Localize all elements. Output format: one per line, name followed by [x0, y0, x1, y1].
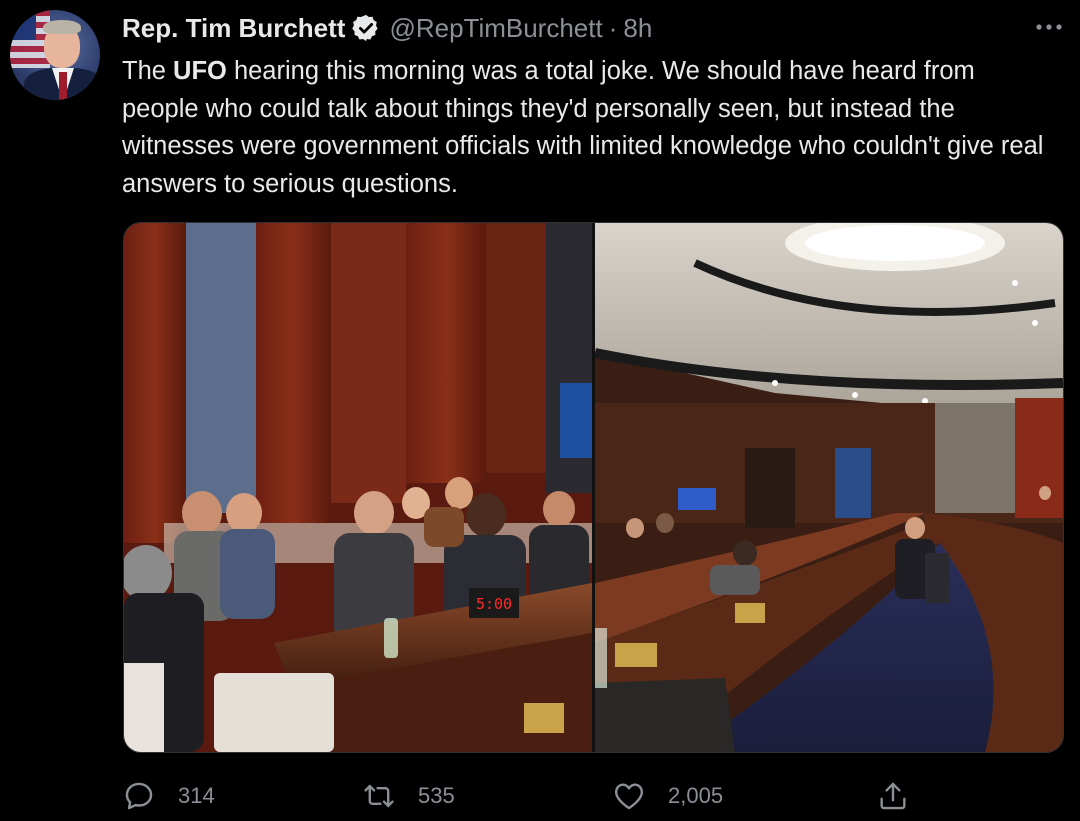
- author-handle[interactable]: @RepTimBurchett: [389, 13, 602, 44]
- share-button[interactable]: [876, 776, 910, 816]
- reply-bubble-icon: [125, 782, 153, 810]
- avatar-tie: [59, 72, 67, 100]
- timer-display: 5:00: [476, 595, 512, 613]
- tweet: Rep. Tim Burchett @RepTimBurchett · 8h T…: [0, 0, 1080, 821]
- heart-icon: [615, 783, 643, 810]
- photo-witnesses[interactable]: 5:00: [124, 223, 592, 752]
- avatar-hair: [43, 20, 81, 34]
- verified-badge-icon: [351, 13, 381, 43]
- tweet-text: The UFO hearing this morning was a total…: [122, 53, 1052, 203]
- retweet-arrows-icon: [364, 784, 394, 808]
- reply-button[interactable]: 314: [122, 776, 215, 816]
- tweet-text-rest: hearing this morning was a total joke. W…: [122, 57, 1044, 198]
- header-separator: ·: [608, 12, 618, 43]
- like-count: 2,005: [668, 783, 724, 808]
- tweet-time[interactable]: 8h: [623, 13, 652, 44]
- tweet-text-start: The: [122, 57, 174, 85]
- photo-hearing-room[interactable]: [595, 223, 1063, 752]
- retweet-button[interactable]: 535: [362, 776, 455, 816]
- share-upload-icon: [880, 782, 906, 810]
- more-dots-icon[interactable]: [1032, 14, 1066, 40]
- like-button[interactable]: 2,005: [612, 776, 723, 816]
- tweet-header: Rep. Tim Burchett @RepTimBurchett · 8h: [122, 11, 652, 45]
- tweet-actions: 314 535 2,005: [122, 776, 1062, 816]
- retweet-count: 535: [418, 783, 455, 808]
- reply-count: 314: [178, 783, 215, 808]
- tweet-text-bold: UFO: [173, 57, 227, 85]
- tweet-media: 5:00: [123, 222, 1064, 753]
- author-name[interactable]: Rep. Tim Burchett: [122, 13, 345, 44]
- avatar[interactable]: [10, 10, 100, 100]
